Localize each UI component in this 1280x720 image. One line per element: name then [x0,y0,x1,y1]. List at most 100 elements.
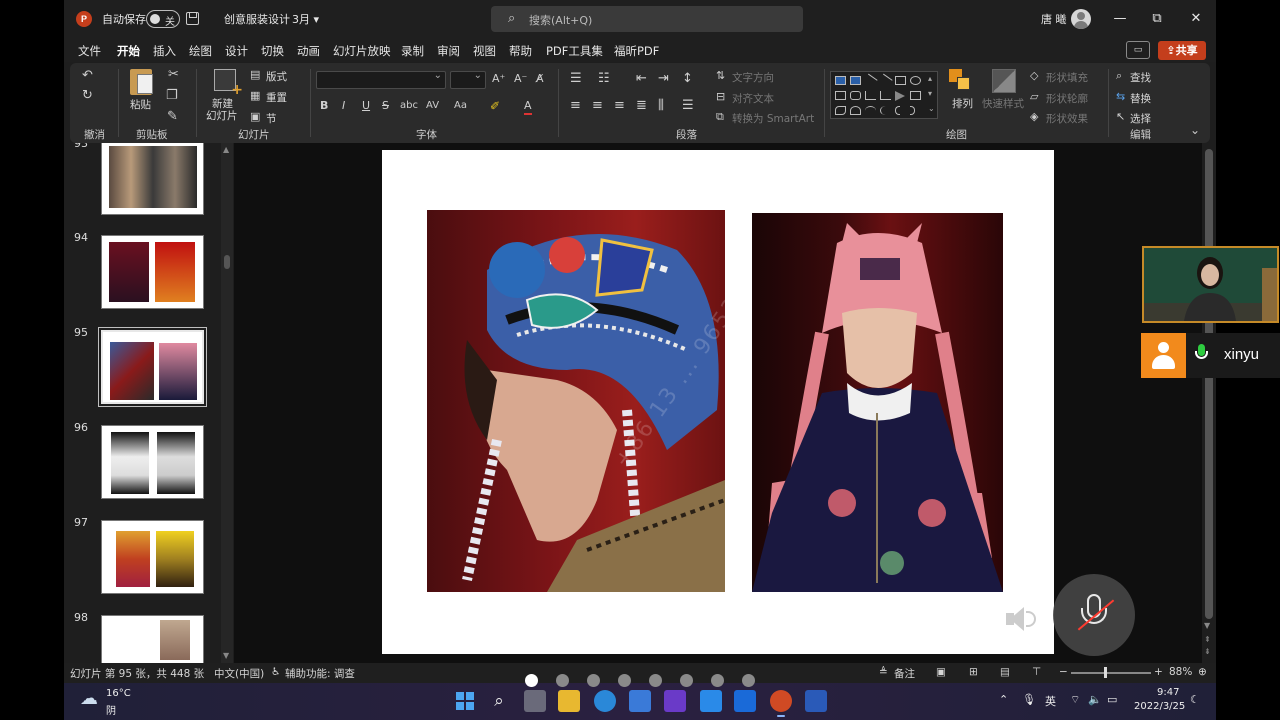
select-button[interactable]: 选择 [1130,111,1151,126]
gallery-down-icon[interactable]: ▾ [928,89,932,98]
comments-button[interactable]: ▭ [1126,41,1150,59]
align-center-icon[interactable]: ≡ [592,99,603,113]
textbox-shape-icon[interactable] [835,76,846,85]
slideshow-icon[interactable]: ⊤ [1032,666,1041,678]
arrange-button[interactable]: 排列 [952,96,973,111]
cut-icon[interactable]: ✂ [168,68,179,82]
tab-record[interactable]: 录制 [401,43,424,59]
user-avatar[interactable] [1071,9,1091,29]
audio-icon[interactable] [1004,605,1038,633]
tab-help[interactable]: 帮助 [509,43,532,59]
numbering-icon[interactable]: ☷ [598,72,610,86]
oval-shape-icon[interactable] [910,76,921,85]
slide-scrollbar[interactable]: ▼ ⇞ ⇟ [1202,143,1216,663]
search-icon[interactable]: ⌕ [488,690,510,712]
strikethrough-icon[interactable]: S [382,99,389,113]
normal-view-icon[interactable]: ▣ [936,666,946,678]
shape-outline-button[interactable]: 形状轮廓 [1046,91,1088,106]
layout-button[interactable]: 版式 [266,69,287,84]
freeform-shape-icon[interactable] [835,106,846,115]
mute-microphone-button[interactable] [1053,574,1135,656]
slide-photo-knit-hat[interactable]: +86 13 ... 9653 [427,210,725,592]
show-hidden-icons[interactable]: ⌃ [999,693,1008,706]
zoom-out-button[interactable]: − [1059,666,1068,678]
format-painter-icon[interactable]: ✎ [167,110,178,124]
app-icon[interactable] [734,690,756,712]
wifi-icon[interactable]: ⌔ [1070,693,1080,707]
justify-icon[interactable]: ≣ [636,99,647,113]
convert-smartart-button[interactable]: 转换为 SmartArt [732,111,814,126]
slide-thumbnail-98[interactable] [101,615,204,663]
participant-video-tile[interactable] [1142,246,1279,323]
rectangle-shape-icon[interactable] [895,76,906,85]
autosave-toggle[interactable]: 关 [146,10,180,28]
battery-icon[interactable]: ▭ [1107,693,1117,706]
save-icon[interactable] [186,12,199,25]
slide-thumbnail-97[interactable] [101,520,204,594]
align-left-icon[interactable]: ≡ [570,99,581,113]
weather-cloud-icon[interactable]: ☁ [80,688,98,709]
page-dot[interactable] [649,674,662,687]
edge-browser-icon[interactable] [594,690,616,712]
fit-to-window-icon[interactable]: ⊕ [1198,666,1207,678]
arrow-shape-icon[interactable] [878,73,893,88]
vertical-textbox-shape-icon[interactable] [850,76,861,85]
page-dot[interactable] [587,674,600,687]
clear-format-icon[interactable]: A̸ [536,72,544,86]
italic-icon[interactable]: I [342,99,345,113]
tab-review[interactable]: 审阅 [437,43,460,59]
tab-file[interactable]: 文件 [78,43,101,59]
zoom-in-button[interactable]: + [1154,666,1163,678]
notes-button[interactable]: 备注 [894,666,915,681]
gallery-up-icon[interactable]: ▴ [928,74,932,83]
find-button[interactable]: 查找 [1130,70,1151,85]
zoom-slider-thumb[interactable] [1104,667,1107,678]
gallery-more-icon[interactable]: ⌄ [928,104,935,113]
replace-button[interactable]: 替换 [1130,91,1151,106]
page-dot[interactable] [618,674,631,687]
page-dot[interactable] [711,674,724,687]
search-box[interactable]: ⌕ 搜索(Alt+Q) [491,6,803,32]
ime-indicator[interactable]: 英 [1045,693,1056,709]
clock-time[interactable]: 9:47 [1157,687,1179,698]
clock-date[interactable]: 2022/3/25 [1134,701,1185,712]
increase-indent-icon[interactable]: ⇥ [658,72,669,86]
accessibility-status[interactable]: 辅助功能: 调查 [285,666,355,681]
slide-sorter-icon[interactable]: ⊞ [969,666,978,678]
align-distribute-icon[interactable]: ☰ [682,99,694,113]
shape-fill-button[interactable]: 形状填充 [1046,70,1088,85]
copy-icon[interactable]: ❐ [166,89,178,103]
underline-icon[interactable]: U [362,99,370,113]
line-spacing-icon[interactable]: ↕ [682,72,693,86]
store-icon[interactable] [629,690,651,712]
text-direction-button[interactable]: 文字方向 [732,70,774,85]
collapse-ribbon-icon[interactable]: ⌄ [1190,123,1200,137]
slide-thumbnail-96[interactable] [101,425,204,499]
word-taskbar-icon[interactable] [805,690,827,712]
arrow-down-shape-icon[interactable] [910,91,921,100]
shapes-gallery[interactable]: ▴ ▾ ⌄ [830,71,938,119]
slide-photo-pink-hat[interactable] [752,213,1003,592]
volume-icon[interactable]: 🔈 [1088,693,1102,706]
elbow-connector-shape-icon[interactable] [865,91,876,100]
scroll-down-icon[interactable]: ▼ [1204,621,1210,630]
task-view-icon[interactable] [524,690,546,712]
curve-shape-icon[interactable] [865,106,876,115]
restore-button[interactable]: ⧉ [1146,8,1168,30]
right-arrow-shape-icon[interactable] [895,91,905,101]
slide-thumbnail-93[interactable] [101,143,204,215]
scroll-thumb[interactable] [224,255,230,269]
change-case-icon[interactable]: Aa [454,99,467,113]
tab-insert[interactable]: 插入 [153,43,176,59]
align-right-icon[interactable]: ≡ [614,99,625,113]
tab-pdf-tools[interactable]: PDF工具集 [546,43,603,59]
arc-shape-icon[interactable] [850,106,861,115]
shrink-font-icon[interactable]: A⁻ [514,72,527,86]
columns-icon[interactable]: ⫼ [658,99,664,113]
notification-icon[interactable]: ☾ [1190,693,1200,706]
language-status[interactable]: 中文(中国) [214,666,264,681]
quick-styles-button[interactable]: 快速样式 [982,96,1024,111]
align-text-button[interactable]: 对齐文本 [732,91,774,106]
weather-temperature[interactable]: 16°C [106,688,131,699]
user-name[interactable]: 唐 曦 [1041,11,1067,27]
